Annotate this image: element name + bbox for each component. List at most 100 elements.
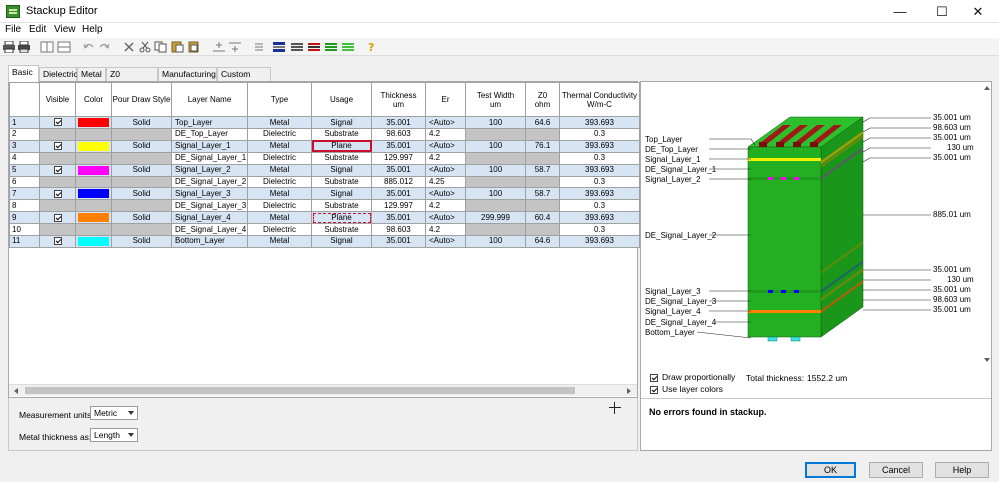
layer-name-cell[interactable]: DE_Signal_Layer_4 <box>171 223 248 236</box>
measurement-units-select[interactable]: Metric <box>90 406 138 420</box>
add-layer-above-icon[interactable] <box>212 41 226 53</box>
scroll-down-icon[interactable] <box>983 356 991 364</box>
layer-stack-gray-icon[interactable] <box>290 41 304 53</box>
visible-cell[interactable] <box>39 116 76 129</box>
tab-metal[interactable]: Metal <box>77 67 106 81</box>
visible-cell[interactable] <box>39 163 76 177</box>
pour-style-cell[interactable]: Solid <box>111 116 172 129</box>
print-preview-icon[interactable] <box>17 41 31 53</box>
usage-cell[interactable]: Signal <box>311 163 372 177</box>
visible-cell[interactable] <box>39 187 76 201</box>
pour-style-cell[interactable]: Solid <box>111 234 172 248</box>
table-row[interactable]: 1 Solid Top_Layer Metal Signal 35.001 <Auto> 10… <box>9 116 640 129</box>
row-number-cell[interactable]: 8 <box>9 199 40 213</box>
type-cell[interactable]: Metal <box>247 234 312 248</box>
type-cell[interactable]: Dielectric <box>247 151 312 165</box>
minimize-button[interactable]: — <box>880 0 920 23</box>
cut-icon[interactable] <box>138 41 152 53</box>
thickness-cell[interactable]: 98.603 <box>371 128 426 141</box>
copy-icon[interactable] <box>154 41 168 53</box>
layer-color-swatch[interactable] <box>78 236 109 246</box>
layer-name-cell[interactable]: DE_Top_Layer <box>171 128 248 141</box>
thermal-cell[interactable]: 0.3 <box>559 128 640 141</box>
er-cell[interactable]: 4.25 <box>425 175 466 189</box>
table-row[interactable]: 11 Solid Bottom_Layer Metal Signal 35.001 <Aut… <box>9 234 640 248</box>
help-button[interactable]: Help <box>935 462 989 478</box>
type-cell[interactable]: Metal <box>247 187 312 201</box>
layer-name-cell[interactable]: Top_Layer <box>171 116 248 129</box>
thermal-cell[interactable]: 0.3 <box>559 199 640 213</box>
visible-cell[interactable] <box>39 234 76 248</box>
layer-name-header[interactable]: Layer Name <box>171 82 248 117</box>
color-header[interactable]: Color <box>75 82 112 117</box>
tab-custom-view[interactable]: Custom View <box>217 67 271 89</box>
er-cell[interactable]: <Auto> <box>425 139 466 153</box>
tab-z0-planning[interactable]: Z0 Planning <box>106 67 158 89</box>
menu-edit[interactable]: Edit <box>29 24 46 35</box>
type-cell[interactable]: Metal <box>247 139 312 153</box>
thermal-cell[interactable]: 393.693 <box>559 139 640 153</box>
table-row[interactable]: 7 Solid Signal_Layer_3 Metal Signal 35.001 <Au… <box>9 187 640 201</box>
scroll-up-icon[interactable] <box>983 84 991 92</box>
thickness-cell[interactable]: 129.997 <box>371 199 426 213</box>
visible-header[interactable]: Visible <box>39 82 76 117</box>
row-number-cell[interactable]: 6 <box>9 175 40 189</box>
row-number-cell[interactable]: 7 <box>9 187 40 201</box>
thickness-cell[interactable]: 35.001 <box>371 234 426 248</box>
color-cell[interactable] <box>75 139 112 153</box>
type-cell[interactable]: Dielectric <box>247 128 312 141</box>
layer-color-swatch[interactable] <box>78 141 109 151</box>
row-number-cell[interactable]: 3 <box>9 139 40 153</box>
pour-style-cell[interactable]: Solid <box>111 187 172 201</box>
tab-dielectric[interactable]: Dielectric <box>39 67 78 81</box>
delete-icon[interactable] <box>122 41 136 53</box>
er-cell[interactable]: 4.2 <box>425 199 466 213</box>
layer-name-cell[interactable]: DE_Signal_Layer_2 <box>171 175 248 189</box>
er-header[interactable]: Er <box>425 82 466 117</box>
close-button[interactable]: ✕ <box>958 0 998 23</box>
usage-cell[interactable]: Substrate <box>311 151 372 165</box>
thermal-cell[interactable]: 393.693 <box>559 211 640 225</box>
type-header[interactable]: Type <box>247 82 312 117</box>
redo-icon[interactable] <box>97 41 111 53</box>
visible-checkbox[interactable] <box>53 118 62 127</box>
thickness-cell[interactable]: 35.001 <box>371 163 426 177</box>
type-cell[interactable]: Dielectric <box>247 175 312 189</box>
layer-stack-green-icon[interactable] <box>324 41 338 53</box>
thickness-cell[interactable]: 35.001 <box>371 139 426 153</box>
layer-stack-blue-icon[interactable] <box>272 41 286 53</box>
usage-cell[interactable]: Signal <box>311 234 372 248</box>
visible-cell[interactable] <box>39 139 76 153</box>
visible-checkbox[interactable] <box>53 237 62 246</box>
layer-stack-red-icon[interactable] <box>307 41 321 53</box>
layer-stack-lime-icon[interactable] <box>341 41 355 53</box>
layer-color-swatch[interactable] <box>78 189 109 199</box>
visible-cell[interactable] <box>39 211 76 225</box>
table-row[interactable]: 3 Solid Signal_Layer_1 Metal Plane 35.001 <Aut… <box>9 139 640 153</box>
type-cell[interactable]: Dielectric <box>247 199 312 213</box>
thickness-cell[interactable]: 35.001 <box>371 211 426 225</box>
er-cell[interactable]: 4.2 <box>425 128 466 141</box>
layer-color-swatch[interactable] <box>78 165 109 175</box>
thickness-cell[interactable]: 885.012 <box>371 175 426 189</box>
split-horizontal-icon[interactable] <box>57 41 71 53</box>
thickness-cell[interactable]: 129.997 <box>371 151 426 165</box>
visible-checkbox[interactable] <box>53 213 62 222</box>
usage-cell[interactable]: Substrate <box>311 199 372 213</box>
type-cell[interactable]: Dielectric <box>247 223 312 236</box>
test-width-cell[interactable]: 100 <box>465 116 526 129</box>
add-layer-below-icon[interactable] <box>228 41 242 53</box>
layer-name-cell[interactable]: Signal_Layer_3 <box>171 187 248 201</box>
table-row[interactable]: 2 DE_Top_Layer Dielectric Substrate 98.603 4.… <box>9 128 640 141</box>
pour-style-cell[interactable]: Solid <box>111 211 172 225</box>
thermal-cell[interactable]: 0.3 <box>559 151 640 165</box>
scroll-right-icon[interactable] <box>625 387 633 395</box>
color-cell[interactable] <box>75 187 112 201</box>
visible-checkbox[interactable] <box>53 165 62 174</box>
metal-thickness-select[interactable]: Length <box>90 428 138 442</box>
layer-name-cell[interactable]: Signal_Layer_4 <box>171 211 248 225</box>
thickness-header[interactable]: Thickness um <box>371 82 426 117</box>
undo-icon[interactable] <box>82 41 96 53</box>
er-cell[interactable]: <Auto> <box>425 211 466 225</box>
layer-color-swatch[interactable] <box>78 213 109 223</box>
